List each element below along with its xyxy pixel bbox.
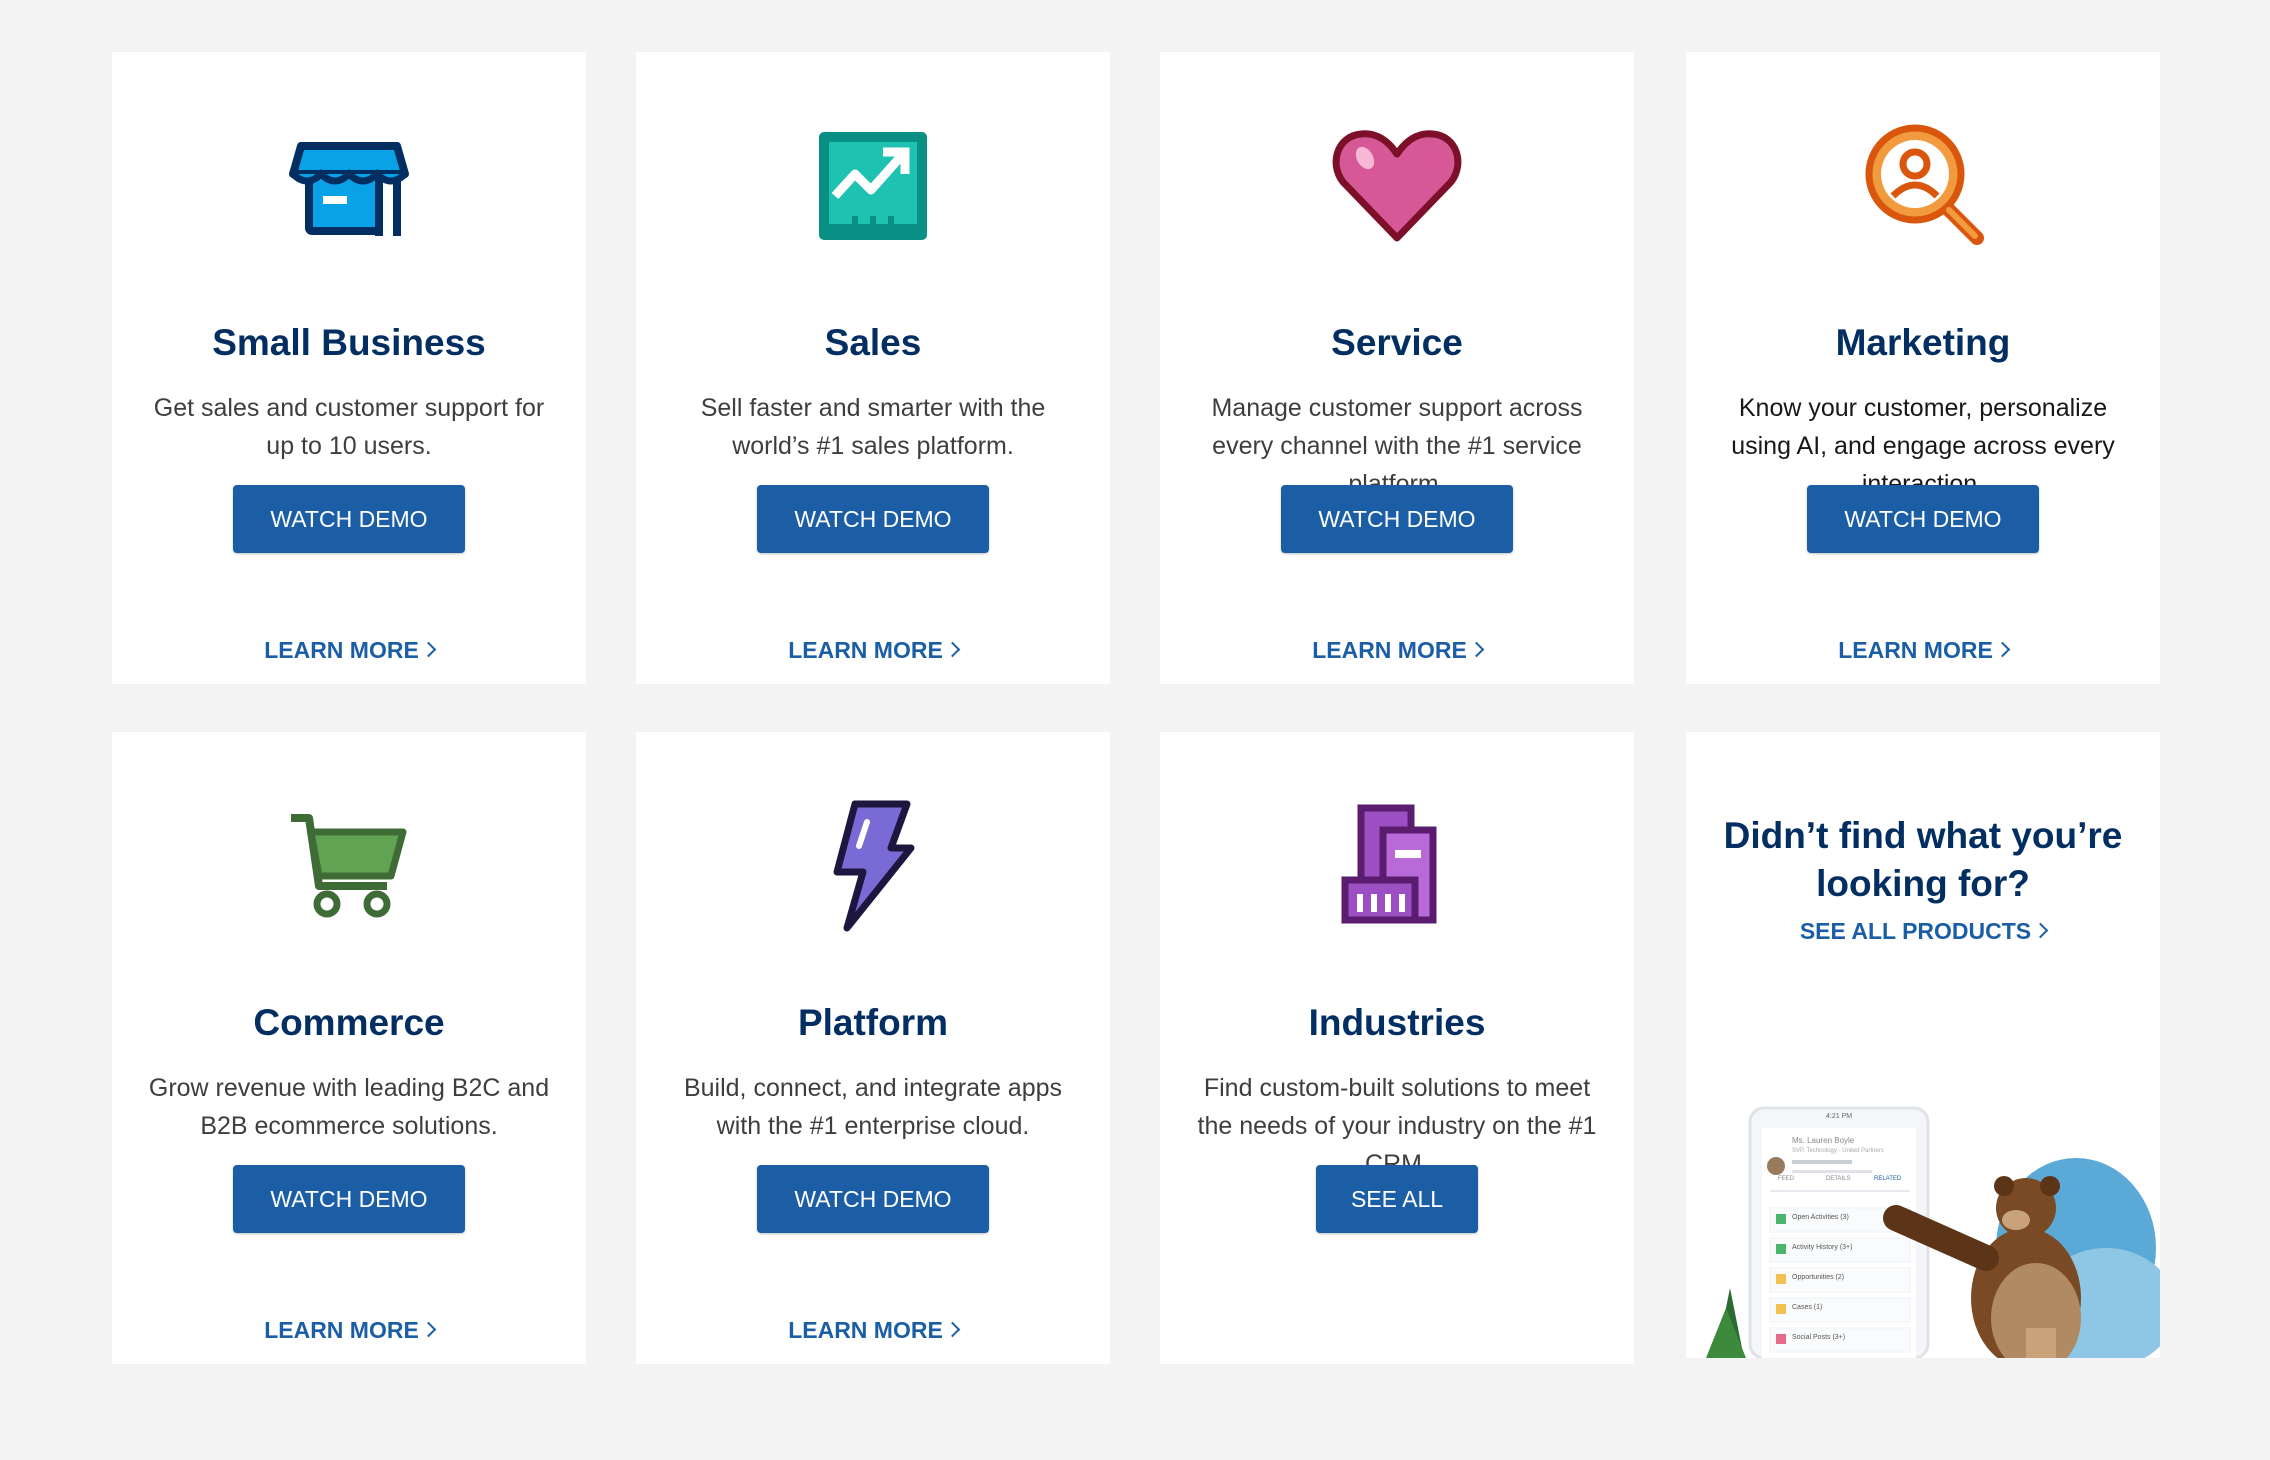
chevron-right-icon [2032, 922, 2049, 939]
phone-row-label: Open Activities (3) [1792, 1214, 1849, 1221]
learn-more-link[interactable]: LEARN MORE [1160, 637, 1634, 664]
shopping-cart-icon [291, 814, 407, 918]
card-description: Get sales and customer support for up to… [153, 394, 545, 460]
heart-icon [1332, 130, 1462, 242]
chevron-right-icon [1994, 641, 2011, 658]
phone-row-label: Cases (1) [1792, 1304, 1823, 1311]
search-person-icon [1865, 124, 1984, 245]
learn-more-link[interactable]: LEARN MORE [636, 637, 1110, 664]
phone-contact-sub: SVP, Technology · United Partners [1792, 1148, 1884, 1154]
watch-demo-button[interactable]: WATCH DEMO [1807, 485, 2039, 553]
watch-demo-button[interactable]: WATCH DEMO [233, 1165, 465, 1233]
learn-more-link[interactable]: LEARN MORE [112, 1317, 586, 1344]
lightning-bolt-icon [833, 800, 915, 932]
card-description: Sell faster and smarter with the world’s… [700, 394, 1046, 460]
card-marketing: Marketing Know your customer, personaliz… [1686, 52, 2160, 684]
card-title: Industries [1308, 1002, 1486, 1043]
learn-more-link[interactable]: LEARN MORE [112, 637, 586, 664]
learn-more-label: LEARN MORE [1312, 637, 1467, 663]
learn-more-label: LEARN MORE [264, 1317, 419, 1343]
phone-time: 4:21 PM [1826, 1113, 1853, 1120]
learn-more-label: LEARN MORE [788, 1317, 943, 1343]
watch-demo-button[interactable]: WATCH DEMO [1281, 485, 1513, 553]
card-title: Commerce [253, 1002, 445, 1043]
see-all-button[interactable]: SEE ALL [1316, 1165, 1478, 1233]
card-find-more: Didn’t find what you’re looking for? SEE… [1686, 732, 2160, 1358]
card-commerce: Commerce Grow revenue with leading B2C a… [112, 732, 586, 1364]
card-title: Platform [797, 1002, 949, 1043]
phone-tab-feed: FEED [1778, 1176, 1795, 1182]
learn-more-link[interactable]: LEARN MORE [636, 1317, 1110, 1344]
storefront-icon [289, 142, 409, 236]
card-description: Grow revenue with leading B2C and B2B ec… [148, 1074, 550, 1140]
mascot-illustration: 4:21 PM Ms. Lauren Boyle SVP, Technology… [1686, 1058, 2160, 1358]
card-title: Marketing [1835, 322, 2011, 363]
chevron-right-icon [944, 1321, 961, 1338]
learn-more-label: LEARN MORE [1838, 637, 1993, 663]
learn-more-link[interactable]: LEARN MORE [1686, 637, 2160, 664]
phone-tab-related: RELATED [1874, 1176, 1902, 1182]
illustration-art [1706, 1106, 2160, 1358]
card-description: Build, connect, and integrate apps with … [683, 1074, 1063, 1140]
phone-tab-details: DETAILS [1826, 1176, 1851, 1182]
card-title: Service [1331, 322, 1463, 363]
chevron-right-icon [420, 1321, 437, 1338]
phone-row-label: Opportunities (2) [1792, 1274, 1845, 1281]
phone-contact-name: Ms. Lauren Boyle [1792, 1136, 1855, 1145]
card-service: Service Manage customer support across e… [1160, 52, 1634, 684]
watch-demo-button[interactable]: WATCH DEMO [757, 1165, 989, 1233]
phone-row-label: Social Posts (3+) [1792, 1334, 1846, 1341]
chevron-right-icon [944, 641, 961, 658]
card-title: Sales [824, 322, 922, 363]
learn-more-label: LEARN MORE [788, 637, 943, 663]
phone-row-label: Activity History (3+) [1792, 1244, 1853, 1251]
card-sales: Sales Sell faster and smarter with the w… [636, 52, 1110, 684]
growth-chart-icon [819, 132, 927, 240]
card-title: Small Business [212, 322, 486, 363]
see-all-products-label: SEE ALL PRODUCTS [1799, 918, 2032, 944]
learn-more-label: LEARN MORE [264, 637, 419, 663]
see-all-products-link[interactable]: SEE ALL PRODUCTS [1686, 918, 2160, 945]
card-platform: Platform Build, connect, and integrate a… [636, 732, 1110, 1364]
find-title: Didn’t find what you’re looking for? [1723, 815, 2123, 904]
watch-demo-button[interactable]: WATCH DEMO [233, 485, 465, 553]
chevron-right-icon [420, 641, 437, 658]
buildings-icon [1341, 804, 1437, 924]
card-small-business: Small Business Get sales and customer su… [112, 52, 586, 684]
watch-demo-button[interactable]: WATCH DEMO [757, 485, 989, 553]
card-industries: Industries Find custom-built solutions t… [1160, 732, 1634, 1364]
chevron-right-icon [1468, 641, 1485, 658]
